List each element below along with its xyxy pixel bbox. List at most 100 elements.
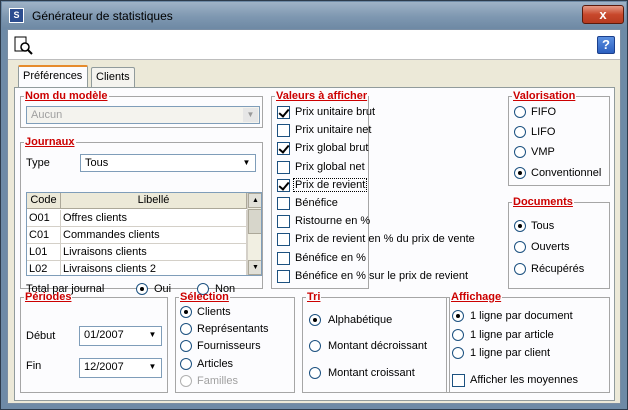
tri-legend: Tri (307, 291, 321, 303)
tab-clients[interactable]: Clients (91, 67, 135, 87)
chevron-down-icon: ▼ (243, 108, 258, 122)
affichage-option: 1 ligne par article (470, 329, 554, 341)
documents-radio[interactable] (514, 220, 526, 232)
affichage-radio[interactable] (452, 310, 464, 322)
table-cell-libelle[interactable]: Livraisons clients 2 (61, 261, 247, 275)
selection-group: Sélection Clients Représentants Fourniss… (175, 291, 295, 393)
fin-value: 12/2007 (84, 361, 124, 373)
valeurs-legend: Valeurs à afficher (276, 90, 368, 102)
table-scrollbar[interactable]: ▲ ▼ (247, 193, 261, 275)
valeurs-group: Valeurs à afficher Prix unitaire brut Pr… (271, 90, 475, 289)
affichage-radio[interactable] (452, 329, 464, 341)
valorisation-option: VMP (531, 146, 555, 158)
main-window: S Générateur de statistiques x ? Préfére… (0, 0, 628, 410)
affichage-group: Affichage 1 ligne par document 1 ligne p… (446, 291, 610, 393)
affichage-option: 1 ligne par document (470, 310, 573, 322)
selection-option: Fournisseurs (197, 340, 261, 352)
affichage-radio[interactable] (452, 347, 464, 359)
column-header-libelle[interactable]: Libellé (61, 193, 247, 209)
valeur-checkbox[interactable] (277, 270, 290, 283)
valeur-label: Prix unitaire brut (295, 106, 376, 118)
valeur-label: Ristourne en % (295, 215, 371, 227)
documents-option: Récupérés (531, 263, 585, 275)
selection-radio[interactable] (180, 323, 192, 335)
dialog-body: ? Préférences Clients Nom du modèle Aucu… (7, 29, 621, 404)
tri-radio[interactable] (309, 340, 321, 352)
affichage-legend: Affichage (451, 291, 502, 303)
valeur-label: Prix global brut (295, 142, 369, 154)
valorisation-radio[interactable] (514, 146, 526, 158)
valeur-checkbox[interactable] (277, 197, 290, 210)
valorisation-group: Valorisation FIFO LIFO VMP Conventionnel (508, 90, 610, 186)
toolbar: ? (8, 30, 620, 60)
valeur-checkbox[interactable] (277, 161, 290, 174)
documents-option: Tous (531, 220, 555, 232)
table-cell-libelle[interactable]: Offres clients (61, 210, 247, 227)
tri-radio[interactable] (309, 367, 321, 379)
modele-group: Nom du modèle Aucun ▼ (20, 90, 263, 128)
selection-radio[interactable] (180, 306, 192, 318)
valorisation-radio[interactable] (514, 126, 526, 138)
periodes-legend: Périodes (25, 291, 72, 303)
fin-label: Fin (26, 360, 42, 372)
scroll-thumb[interactable] (248, 209, 261, 234)
journaux-table[interactable]: Code Libellé O01 Offres clients C01 Comm… (26, 192, 262, 276)
fin-select[interactable]: 12/2007 ▼ (79, 358, 162, 378)
close-button[interactable]: x (582, 5, 624, 24)
scroll-up-icon[interactable]: ▲ (248, 193, 261, 208)
table-cell-code[interactable]: L01 (27, 244, 61, 261)
valeur-checkbox[interactable] (277, 124, 290, 137)
table-cell-code[interactable]: C01 (27, 227, 61, 244)
periodes-group: Périodes Début 01/2007 ▼ Fin 12/2007 ▼ (20, 291, 168, 393)
selection-radio[interactable] (180, 340, 192, 352)
tri-option: Montant croissant (328, 367, 415, 379)
print-preview-icon[interactable] (14, 36, 34, 56)
debut-value: 01/2007 (84, 329, 124, 341)
documents-radio[interactable] (514, 263, 526, 275)
title-bar[interactable]: S Générateur de statistiques x (2, 2, 626, 28)
modele-select[interactable]: Aucun ▼ (26, 106, 260, 124)
valeur-checkbox[interactable] (277, 106, 290, 119)
moyennes-checkbox[interactable] (452, 374, 465, 387)
valeur-checkbox[interactable] (277, 233, 290, 246)
valeur-label: Bénéfice en % (295, 252, 366, 264)
selection-option: Articles (197, 358, 234, 370)
selection-legend: Sélection (180, 291, 229, 303)
app-icon: S (9, 8, 24, 23)
table-cell-libelle[interactable]: Livraisons clients (61, 244, 247, 261)
table-cell-libelle[interactable]: Commandes clients (61, 227, 247, 244)
column-header-code[interactable]: Code (27, 193, 61, 209)
table-cell-code[interactable]: O01 (27, 210, 61, 227)
selection-option: Clients (197, 306, 231, 318)
documents-legend: Documents (513, 196, 573, 208)
tab-preferences[interactable]: Préférences (18, 65, 88, 87)
table-cell-code[interactable]: L02 (27, 261, 61, 275)
valeur-checkbox[interactable] (277, 142, 290, 155)
valorisation-option: FIFO (531, 106, 557, 118)
valeur-checkbox[interactable] (277, 252, 290, 265)
valorisation-option: Conventionnel (531, 167, 602, 179)
type-select[interactable]: Tous ▼ (80, 154, 256, 172)
documents-radio[interactable] (514, 241, 526, 253)
valeur-label: Prix de revient en % du prix de vente (295, 233, 475, 245)
modele-legend: Nom du modèle (25, 90, 108, 102)
valeur-checkbox[interactable] (277, 215, 290, 228)
modele-value: Aucun (31, 109, 63, 121)
help-icon[interactable]: ? (597, 36, 615, 54)
documents-group: Documents Tous Ouverts Récupérés (508, 196, 610, 289)
valorisation-radio[interactable] (514, 167, 526, 179)
moyennes-label: Afficher les moyennes (470, 374, 579, 386)
valeur-label: Prix global net (295, 161, 365, 173)
valorisation-legend: Valorisation (513, 90, 576, 102)
scroll-down-icon[interactable]: ▼ (248, 260, 261, 275)
debut-select[interactable]: 01/2007 ▼ (79, 326, 162, 346)
chevron-down-icon: ▼ (145, 328, 160, 342)
debut-label: Début (26, 330, 56, 342)
selection-radio[interactable] (180, 358, 192, 370)
valorisation-radio[interactable] (514, 106, 526, 118)
valeur-checkbox[interactable] (277, 179, 290, 192)
tri-option: Alphabétique (328, 314, 393, 326)
selection-option: Représentants (197, 323, 269, 335)
valeur-label: Bénéfice (295, 197, 338, 209)
tri-radio[interactable] (309, 314, 321, 326)
